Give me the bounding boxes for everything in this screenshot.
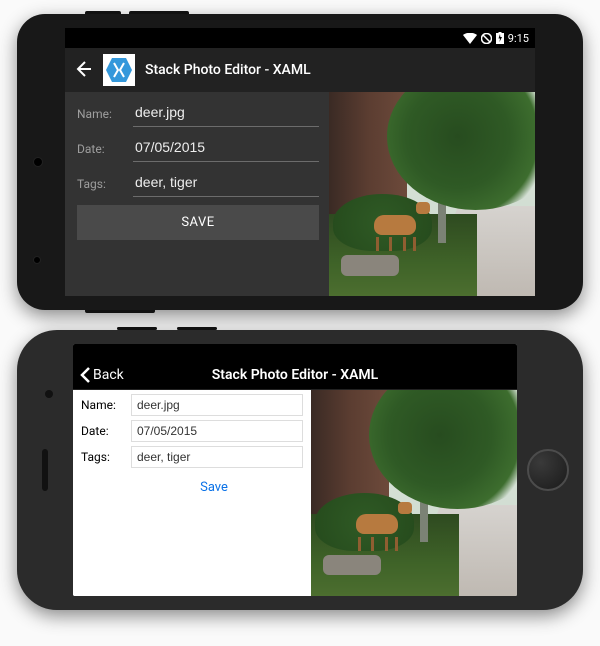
name-input[interactable] — [131, 394, 303, 416]
photo-preview — [329, 92, 535, 296]
android-screen: 9:15 Stack Photo Editor - XAML Name: — [65, 28, 535, 296]
tags-input[interactable] — [133, 170, 319, 197]
hw-button — [85, 11, 121, 14]
ios-content: Name: Date: Tags: Save — [73, 390, 517, 596]
battery-icon — [496, 32, 504, 44]
status-clock: 9:15 — [508, 32, 529, 45]
ios-status-bar — [73, 344, 517, 360]
deer-photo — [311, 390, 517, 596]
android-phone-frame: 9:15 Stack Photo Editor - XAML Name: — [17, 14, 583, 310]
android-form: Name: Date: Tags: SAVE — [65, 92, 329, 296]
chevron-left-icon — [79, 366, 91, 384]
date-label: Date: — [77, 142, 125, 156]
app-title: Stack Photo Editor - XAML — [145, 62, 311, 78]
android-content: Name: Date: Tags: SAVE — [65, 92, 535, 296]
xamarin-logo-icon — [103, 54, 135, 86]
front-sensor — [33, 256, 41, 264]
name-label: Name: — [81, 398, 125, 412]
date-input[interactable] — [131, 420, 303, 442]
wifi-icon — [463, 33, 477, 44]
android-status-bar: 9:15 — [65, 28, 535, 48]
back-label: Back — [93, 367, 124, 383]
photo-preview — [311, 390, 517, 596]
home-button[interactable] — [527, 449, 569, 491]
back-arrow-icon[interactable] — [73, 59, 93, 82]
date-input[interactable] — [133, 135, 319, 162]
back-button[interactable]: Back — [79, 366, 124, 384]
tags-input[interactable] — [131, 446, 303, 468]
deer-photo — [329, 92, 535, 296]
save-button[interactable]: SAVE — [77, 205, 319, 240]
front-camera — [45, 390, 53, 398]
android-app-bar: Stack Photo Editor - XAML — [65, 48, 535, 92]
ios-form: Name: Date: Tags: Save — [73, 390, 311, 596]
hw-button — [129, 11, 189, 14]
tags-label: Tags: — [77, 177, 125, 191]
do-not-disturb-icon — [481, 33, 492, 44]
name-input[interactable] — [133, 100, 319, 127]
speaker-grille — [42, 449, 48, 491]
date-label: Date: — [81, 424, 125, 438]
save-button[interactable]: Save — [125, 480, 303, 495]
hw-button — [177, 327, 217, 330]
hw-button — [117, 327, 157, 330]
android-nav-bar — [583, 14, 600, 310]
name-label: Name: — [77, 107, 125, 121]
ios-screen: Back Stack Photo Editor - XAML Name: Dat… — [73, 344, 517, 596]
front-sensor — [33, 157, 43, 167]
ios-phone-frame: Back Stack Photo Editor - XAML Name: Dat… — [17, 330, 583, 610]
page-title: Stack Photo Editor - XAML — [73, 367, 517, 383]
ios-nav-bar: Back Stack Photo Editor - XAML — [73, 360, 517, 390]
tags-label: Tags: — [81, 450, 125, 464]
hw-button — [85, 310, 155, 313]
